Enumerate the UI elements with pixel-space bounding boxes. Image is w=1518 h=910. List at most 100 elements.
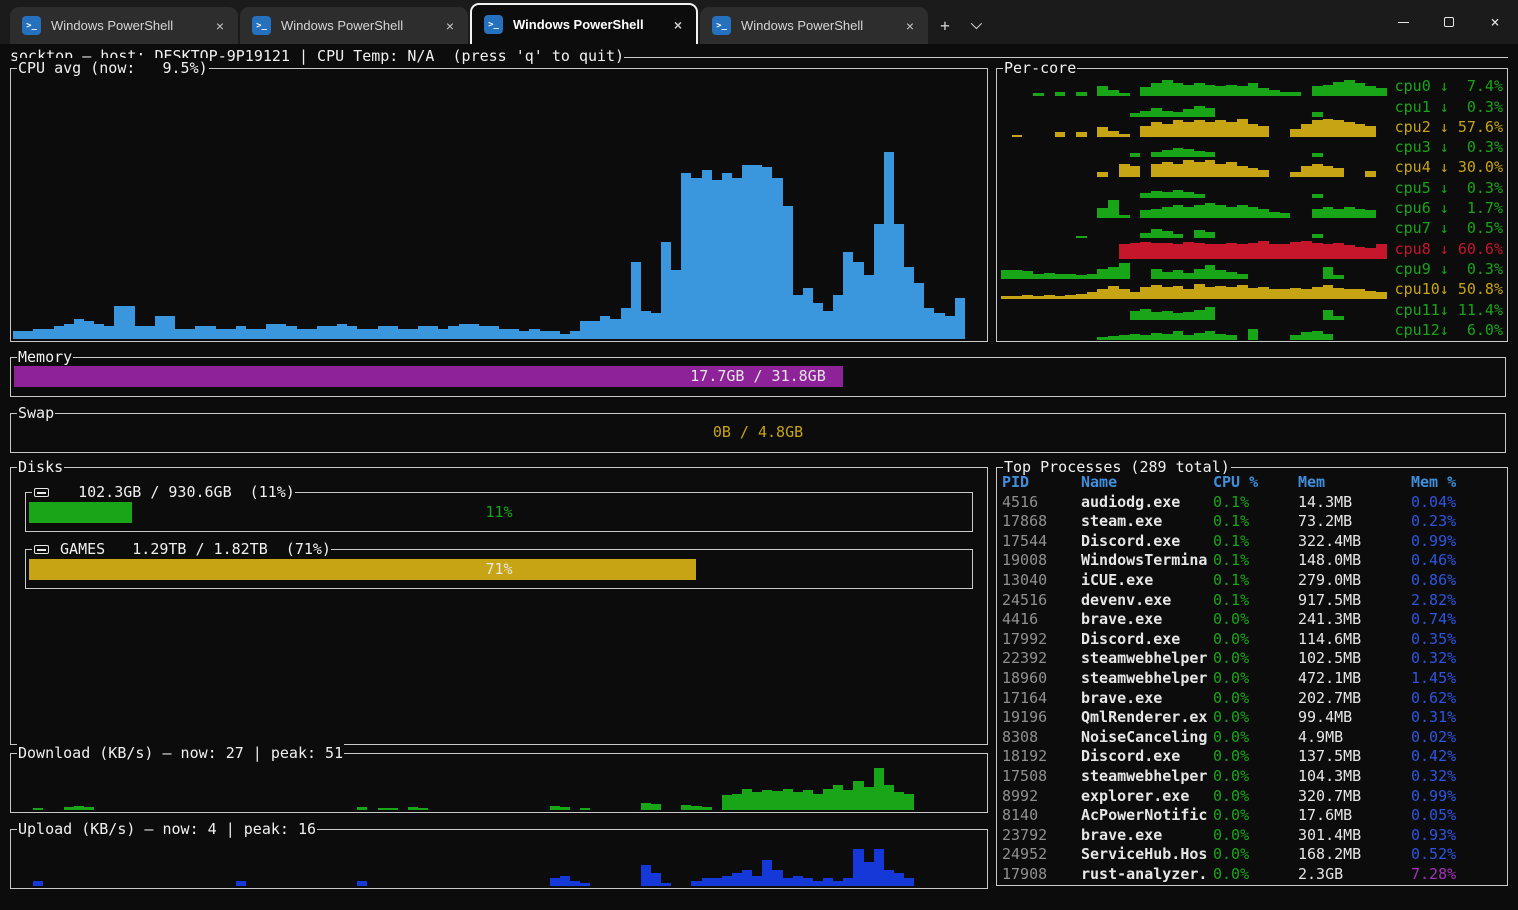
history-bar: [560, 334, 570, 339]
history-bar: [1151, 191, 1162, 198]
history-bar: [681, 173, 691, 339]
process-row: 24516devenv.exe0.1%917.5MB2.82%: [1002, 591, 1505, 611]
history-bar: [1323, 334, 1334, 340]
history-bar: [732, 794, 742, 810]
history-bar: [84, 321, 94, 339]
process-cpu-percent: 0.0%: [1213, 826, 1298, 846]
process-pid: 4416: [1002, 610, 1081, 630]
column-header-pid[interactable]: PID: [1002, 473, 1081, 493]
history-bar: [1194, 194, 1205, 198]
history-bar: [1194, 162, 1205, 177]
history-bar: [1333, 316, 1344, 319]
history-bar: [1162, 124, 1173, 137]
powershell-icon: >_: [252, 16, 271, 35]
column-header-cpu-[interactable]: CPU %: [1213, 473, 1298, 493]
history-bar: [793, 295, 803, 339]
process-mem: 17.6MB: [1298, 806, 1411, 826]
history-bar: [519, 331, 529, 339]
history-bar: [1323, 166, 1334, 177]
history-bar: [813, 303, 823, 339]
column-header-name[interactable]: Name: [1081, 473, 1213, 493]
tab-windows-powershell-4[interactable]: >_Windows PowerShell×: [700, 7, 928, 44]
tab-windows-powershell-3[interactable]: >_Windows PowerShell×: [470, 3, 698, 44]
history-bar: [691, 178, 701, 339]
history-bar: [1248, 83, 1259, 96]
cpu12-label: cpu12↓ 6.0%: [1387, 321, 1503, 340]
history-bar: [1312, 153, 1323, 157]
history-bar: [1130, 311, 1141, 320]
column-header-mem-[interactable]: Mem %: [1411, 473, 1505, 493]
core-row-cpu7: cpu7 ↓ 0.5%: [1001, 218, 1503, 238]
tab-windows-powershell-1[interactable]: >_Windows PowerShell×: [10, 7, 238, 44]
history-bar: [570, 881, 580, 886]
history-bar: [752, 792, 762, 810]
cpu4-label: cpu4 ↓ 30.0%: [1387, 158, 1503, 177]
history-bar: [13, 331, 23, 339]
history-bar: [641, 311, 651, 339]
process-row: 19008WindowsTermina0.1%148.0MB0.46%: [1002, 551, 1505, 571]
swap-meter: 0B / 4.8GB: [14, 422, 1502, 443]
window-controls: ×: [1380, 0, 1518, 44]
process-mem-percent: 0.99%: [1411, 787, 1505, 807]
new-tab-button[interactable]: +: [930, 8, 960, 42]
disk-games-title: GAMES 1.29TB / 1.82TB (71%): [51, 539, 331, 560]
disk-c-percent-label: 11%: [29, 502, 969, 523]
history-bar: [165, 316, 175, 339]
minimize-button[interactable]: [1380, 0, 1426, 44]
process-cpu-percent: 0.1%: [1213, 512, 1298, 532]
tab-close-icon[interactable]: ×: [442, 18, 458, 34]
history-bar: [1044, 295, 1055, 299]
history-bar: [793, 876, 803, 887]
history-bar: [398, 329, 408, 339]
process-pid: 8140: [1002, 806, 1081, 826]
process-name: devenv.exe: [1081, 591, 1213, 611]
process-name: rust-analyzer.: [1081, 865, 1213, 885]
history-bar: [610, 319, 620, 339]
cpu-history-chart: [13, 83, 985, 339]
history-bar: [550, 878, 560, 886]
tab-windows-powershell-2[interactable]: >_Windows PowerShell×: [240, 7, 468, 44]
history-bar: [337, 324, 347, 339]
history-bar: [894, 224, 904, 339]
column-header-mem[interactable]: Mem: [1298, 473, 1411, 493]
process-mem: 279.0MB: [1298, 571, 1411, 591]
process-pid: 17868: [1002, 512, 1081, 532]
history-bar: [1194, 230, 1205, 239]
history-bar: [1248, 168, 1259, 178]
process-mem: 301.4MB: [1298, 826, 1411, 846]
history-bar: [803, 288, 813, 339]
tab-close-icon[interactable]: ×: [902, 18, 918, 34]
history-bar: [1205, 85, 1216, 96]
history-bar: [1312, 194, 1323, 198]
history-bar: [64, 807, 74, 810]
history-bar: [722, 173, 732, 339]
cpu5-label: cpu5 ↓ 0.3%: [1387, 179, 1503, 198]
tab-close-icon[interactable]: ×: [670, 17, 686, 33]
tab-close-icon[interactable]: ×: [212, 18, 228, 34]
history-bar: [590, 321, 600, 339]
tab-label: Windows PowerShell: [51, 18, 173, 33]
history-bar: [1226, 162, 1237, 177]
history-bar: [1280, 289, 1291, 299]
terminal-content[interactable]: socktop — host: DESKTOP-9P19121 | CPU Te…: [0, 44, 1518, 910]
history-bar: [1183, 289, 1194, 299]
process-mem-percent: 0.93%: [1411, 826, 1505, 846]
process-pid: 17992: [1002, 630, 1081, 650]
cpu6-label: cpu6 ↓ 1.7%: [1387, 199, 1503, 218]
history-bar: [894, 873, 904, 886]
history-bar: [104, 326, 114, 339]
process-cpu-percent: 0.0%: [1213, 845, 1298, 865]
cpu12-history-chart: [1001, 321, 1387, 340]
history-bar: [408, 329, 418, 339]
process-row: 8992explorer.exe0.0%320.7MB0.99%: [1002, 787, 1505, 807]
close-button[interactable]: ×: [1472, 0, 1518, 44]
history-bar: [1076, 294, 1087, 299]
history-bar: [864, 275, 874, 339]
maximize-button[interactable]: [1426, 0, 1472, 44]
tab-dropdown-button[interactable]: [960, 8, 990, 42]
process-mem: 472.1MB: [1298, 669, 1411, 689]
swap-usage-label: 0B / 4.8GB: [14, 422, 1502, 443]
history-bar: [1173, 120, 1184, 137]
history-bar: [1022, 295, 1033, 299]
cpu9-label: cpu9 ↓ 0.3%: [1387, 260, 1503, 279]
